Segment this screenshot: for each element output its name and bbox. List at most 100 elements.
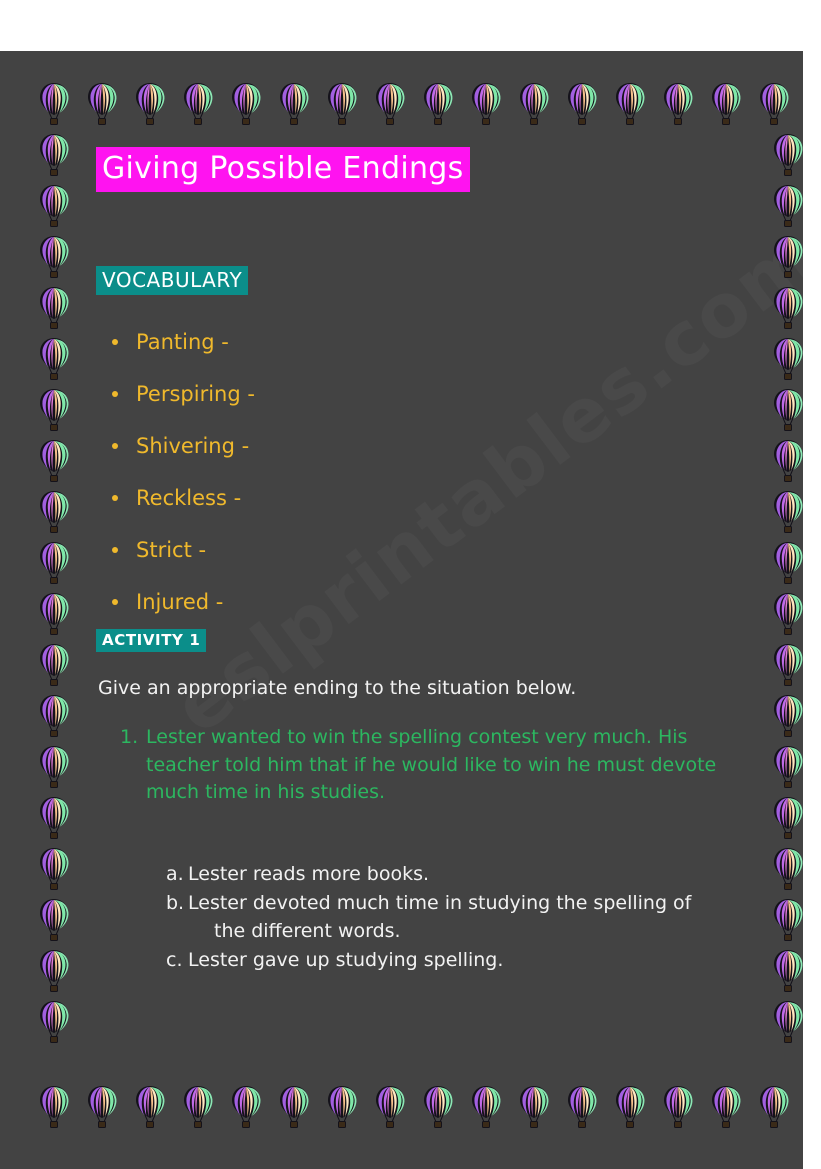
hot-air-balloon-icon [38,1085,70,1129]
vocabulary-heading-text: VOCABULARY [96,266,249,295]
hot-air-balloon-icon [182,82,214,126]
vocabulary-item: Injured - [106,576,255,628]
hot-air-balloon-icon [38,184,70,228]
answer-option-line: Lester gave up studying spelling. [188,948,504,971]
vocabulary-item: Shivering - [106,420,255,472]
vocabulary-item-label: Panting - [136,330,229,354]
hot-air-balloon-icon [230,82,262,126]
hot-air-balloon-icon [182,1085,214,1129]
bullet-icon [112,391,118,397]
bullet-icon [112,495,118,501]
hot-air-balloon-icon [772,490,803,534]
hot-air-balloon-icon [710,1085,742,1129]
answer-option-letter: c. [166,948,183,971]
hot-air-balloon-icon [326,1085,358,1129]
hot-air-balloon-icon [38,745,70,789]
hot-air-balloon-icon [38,388,70,432]
page-title: Giving Possible Endings [96,147,470,192]
hot-air-balloon-icon [326,82,358,126]
hot-air-balloon-icon [38,643,70,687]
answer-option[interactable]: a. Lester reads more books. [166,861,746,889]
page-title-text: Giving Possible Endings [96,147,470,192]
answer-option-line: Lester reads more books. [188,863,430,885]
hot-air-balloon-icon [772,592,803,636]
worksheet-page: eslprintables.com Giving Possible Ending… [0,51,803,1169]
hot-air-balloon-icon [230,1085,262,1129]
hot-air-balloon-icon [772,235,803,279]
hot-air-balloon-icon [772,796,803,840]
hot-air-balloon-icon [422,82,454,126]
hot-air-balloon-icon [38,541,70,585]
hot-air-balloon-icon [772,133,803,177]
hot-air-balloon-icon [772,847,803,891]
hot-air-balloon-icon [422,1085,454,1129]
hot-air-balloon-icon [470,82,502,126]
hot-air-balloon-icon [772,643,803,687]
hot-air-balloon-icon [38,82,70,126]
hot-air-balloon-icon [38,337,70,381]
hot-air-balloon-icon [772,286,803,330]
hot-air-balloon-icon [38,796,70,840]
vocabulary-item: Perspiring - [106,368,255,420]
hot-air-balloon-icon [614,1085,646,1129]
hot-air-balloon-icon [278,82,310,126]
hot-air-balloon-icon [374,1085,406,1129]
hot-air-balloon-icon [470,1085,502,1129]
activity-instruction: Give an appropriate ending to the situat… [98,677,577,699]
hot-air-balloon-icon [86,82,118,126]
hot-air-balloon-icon [38,592,70,636]
hot-air-balloon-icon [772,337,803,381]
hot-air-balloon-icon [566,1085,598,1129]
answer-options-list: a. Lester reads more books. b. Lester devot… [166,861,746,976]
hot-air-balloon-icon [38,490,70,534]
vocabulary-item-label: Reckless - [136,486,242,510]
bullet-icon [112,547,118,553]
hot-air-balloon-icon [614,82,646,126]
hot-air-balloon-icon [772,694,803,738]
answer-option-line: Lester devoted much time in studying the… [188,891,692,914]
answer-option[interactable]: c. Lester gave up studying spelling. [166,947,746,975]
hot-air-balloon-icon [134,82,166,126]
vocabulary-item-label: Shivering - [136,434,250,458]
vocabulary-item: Panting - [106,316,255,368]
hot-air-balloon-icon [758,1085,790,1129]
hot-air-balloon-icon [134,1085,166,1129]
hot-air-balloon-icon [38,694,70,738]
hot-air-balloon-icon [772,184,803,228]
activity-heading-text: ACTIVITY 1 [96,629,207,652]
vocabulary-item-label: Injured - [136,590,224,614]
hot-air-balloon-icon [38,286,70,330]
answer-option-letter: b. [166,891,185,914]
vocabulary-item: Strict - [106,524,255,576]
answer-option-text: Lester gave up studying spelling. [188,947,746,975]
situation-text: Lester wanted to win the spelling contes… [146,726,717,804]
hot-air-balloon-icon [38,1000,70,1044]
hot-air-balloon-icon [374,82,406,126]
hot-air-balloon-icon [772,898,803,942]
hot-air-balloon-icon [38,133,70,177]
answer-option[interactable]: b. Lester devoted much time in studying t… [166,890,746,946]
situation-block: 1. Lester wanted to win the spelling cont… [120,724,740,807]
hot-air-balloon-icon [86,1085,118,1129]
hot-air-balloon-icon [38,235,70,279]
bullet-icon [112,339,118,345]
answer-option-continuation: the different words. [214,919,401,942]
hot-air-balloon-icon [566,82,598,126]
hot-air-balloon-icon [38,949,70,993]
hot-air-balloon-icon [758,82,790,126]
hot-air-balloon-icon [772,949,803,993]
answer-option-text: Lester devoted much time in studying the… [188,890,746,946]
situation-item: 1. Lester wanted to win the spelling cont… [120,724,740,807]
hot-air-balloon-icon [38,439,70,483]
hot-air-balloon-icon [772,1000,803,1044]
hot-air-balloon-icon [38,847,70,891]
vocabulary-section-heading: VOCABULARY [96,266,249,295]
hot-air-balloon-icon [772,439,803,483]
bullet-icon [112,443,118,449]
hot-air-balloon-icon [518,1085,550,1129]
hot-air-balloon-icon [772,388,803,432]
hot-air-balloon-icon [662,1085,694,1129]
hot-air-balloon-icon [518,82,550,126]
vocabulary-list: Panting - Perspiring - Shivering - Reckless… [106,316,255,628]
hot-air-balloon-icon [278,1085,310,1129]
